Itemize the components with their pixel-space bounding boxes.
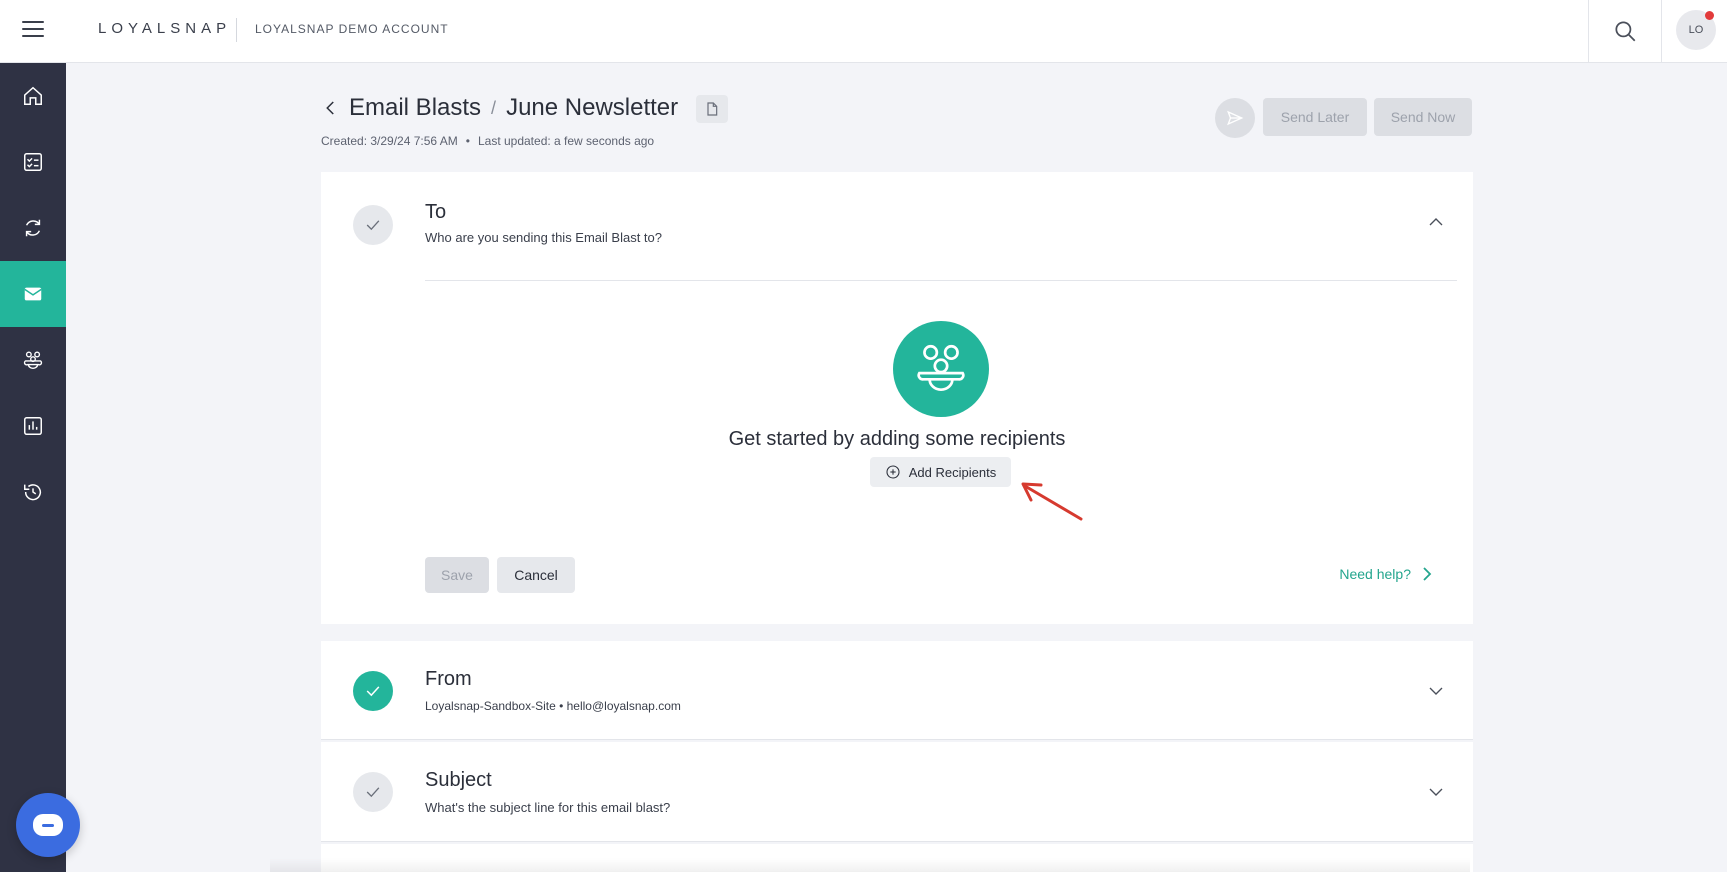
page-title: June Newsletter [506, 94, 679, 121]
menu-icon[interactable] [22, 21, 44, 39]
section-title-from: From [425, 668, 472, 690]
sidebar-item-history[interactable] [0, 459, 66, 525]
sidebar-item-reports[interactable] [0, 393, 66, 459]
check-icon [366, 220, 380, 231]
cancel-button[interactable]: Cancel [497, 557, 575, 593]
home-icon [24, 86, 42, 105]
chat-button[interactable] [16, 793, 80, 857]
chevron-up-icon[interactable] [1427, 213, 1445, 231]
subject-section[interactable]: Subject What's the subject line for this… [321, 742, 1473, 842]
step-status-from [353, 671, 393, 711]
sidebar-item-tasks[interactable] [0, 129, 66, 195]
step-status-to [353, 205, 393, 245]
logo: LOYALSNAP [98, 20, 232, 37]
send-later-button[interactable]: Send Later [1263, 98, 1367, 136]
account-name: LOYALSNAP DEMO ACCOUNT [255, 22, 449, 36]
add-recipients-label: Add Recipients [908, 464, 997, 480]
send-icon [1227, 110, 1244, 126]
section-title-to: To [425, 201, 447, 223]
chevron-right-icon [1423, 567, 1432, 581]
back-button[interactable] [322, 99, 340, 117]
need-help-label: Need help? [1339, 566, 1411, 582]
section-subtitle-to: Who are you sending this Email Blast to? [425, 230, 663, 245]
divider [425, 280, 1457, 281]
history-icon [24, 484, 41, 501]
divider [1661, 0, 1662, 63]
logo-divider [236, 18, 237, 42]
avatar-initials: LO [1688, 24, 1704, 36]
from-section[interactable]: From Loyalsnap-Sandbox-Site • hello@loya… [321, 641, 1473, 740]
refresh-icon [25, 219, 41, 237]
section-subtitle-subject: What's the subject line for this email b… [425, 800, 671, 815]
sidebar-item-email[interactable] [0, 261, 66, 327]
to-section: To Who are you sending this Email Blast … [321, 172, 1473, 624]
step-status-subject [353, 772, 393, 812]
plus-circle-icon [886, 465, 900, 479]
send-now-button[interactable]: Send Now [1374, 98, 1472, 136]
timestamps: Created: 3/29/24 7:56 AM • Last updated: a… [321, 134, 654, 148]
sidebar-item-customers[interactable] [0, 327, 66, 393]
save-button[interactable]: Save [425, 557, 489, 593]
breadcrumb: Email Blasts / June Newsletter [349, 94, 678, 122]
notification-dot [1705, 11, 1714, 20]
sidebar-item-home[interactable] [0, 63, 66, 129]
annotation-arrow-icon [1021, 482, 1083, 521]
sidebar [0, 63, 66, 872]
document-icon[interactable] [696, 95, 728, 123]
add-recipients-button[interactable]: Add Recipients [870, 457, 1011, 487]
updated-timestamp: Last updated: a few seconds ago [477, 134, 655, 148]
search-icon[interactable] [1612, 18, 1638, 44]
meta-separator: • [465, 134, 470, 148]
avatar[interactable]: LO [1676, 10, 1716, 50]
people-icon [917, 344, 965, 391]
breadcrumb-email-blasts[interactable]: Email Blasts [349, 94, 481, 122]
section-subtitle-from: Loyalsnap-Sandbox-Site • hello@loyalsnap… [425, 699, 681, 713]
need-help-link[interactable]: Need help? [1339, 566, 1433, 582]
empty-state-title: Get started by adding some recipients [728, 428, 1066, 450]
top-bar: LOYALSNAP LOYALSNAP DEMO ACCOUNT LO [0, 0, 1727, 63]
recipients-illustration [893, 321, 989, 417]
people-icon [23, 351, 43, 369]
check-icon [366, 686, 380, 697]
chevron-down-icon[interactable] [1427, 783, 1445, 801]
divider [1588, 0, 1589, 63]
created-timestamp: Created: 3/29/24 7:56 AM [321, 134, 458, 148]
check-icon [366, 787, 380, 798]
chat-icon [33, 814, 63, 836]
chart-icon [24, 417, 42, 435]
mail-icon [24, 287, 42, 301]
chevron-down-icon[interactable] [1427, 682, 1445, 700]
section-title-subject: Subject [425, 769, 492, 791]
checklist-icon [24, 153, 42, 171]
sidebar-item-automations[interactable] [0, 195, 66, 261]
send-test-button[interactable] [1215, 98, 1255, 138]
breadcrumb-separator: / [491, 97, 497, 118]
scroll-shadow [270, 858, 1470, 872]
